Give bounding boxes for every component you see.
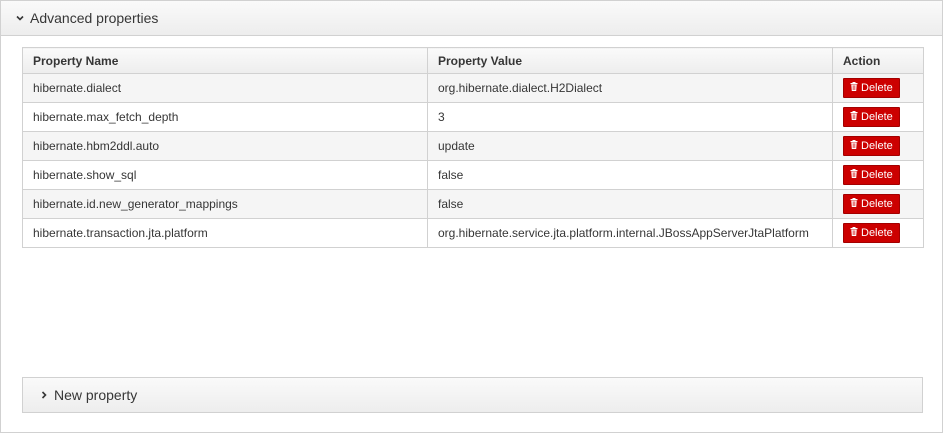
advanced-properties-header[interactable]: Advanced properties — [1, 1, 942, 36]
property-value-cell: false — [427, 160, 833, 190]
delete-button[interactable]: Delete — [843, 223, 900, 243]
new-property-header[interactable]: New property — [22, 377, 923, 413]
table-row: hibernate.hbm2ddl.auto update Delete — [22, 131, 924, 161]
action-cell: Delete — [832, 131, 924, 161]
trash-icon — [850, 140, 858, 152]
table-row: hibernate.dialect org.hibernate.dialect.… — [22, 73, 924, 103]
property-name-cell: hibernate.max_fetch_depth — [22, 102, 428, 132]
table-row: hibernate.transaction.jta.platform org.h… — [22, 218, 924, 248]
table-header-row: Property Name Property Value Action — [22, 47, 924, 74]
action-cell: Delete — [832, 160, 924, 190]
trash-icon — [850, 198, 858, 210]
column-header-property-value: Property Value — [427, 47, 833, 74]
column-header-property-name: Property Name — [22, 47, 428, 74]
property-value-cell: update — [427, 131, 833, 161]
property-value-cell: org.hibernate.dialect.H2Dialect — [427, 73, 833, 103]
panel-title: Advanced properties — [30, 10, 159, 26]
property-name-cell: hibernate.show_sql — [22, 160, 428, 190]
property-name-cell: hibernate.id.new_generator_mappings — [22, 189, 428, 219]
delete-button-label: Delete — [861, 169, 893, 181]
property-name-cell: hibernate.dialect — [22, 73, 428, 103]
action-cell: Delete — [832, 218, 924, 248]
chevron-down-icon[interactable] — [15, 13, 27, 23]
delete-button-label: Delete — [861, 227, 893, 239]
advanced-properties-panel: Advanced properties Property Name Proper… — [0, 0, 943, 433]
delete-button[interactable]: Delete — [843, 165, 900, 185]
delete-button-label: Delete — [861, 140, 893, 152]
property-name-cell: hibernate.hbm2ddl.auto — [22, 131, 428, 161]
table-row: hibernate.show_sql false Delete — [22, 160, 924, 190]
trash-icon — [850, 111, 858, 123]
delete-button-label: Delete — [861, 198, 893, 210]
delete-button[interactable]: Delete — [843, 107, 900, 127]
property-value-cell: org.hibernate.service.jta.platform.inter… — [427, 218, 833, 248]
delete-button[interactable]: Delete — [843, 194, 900, 214]
trash-icon — [850, 82, 858, 94]
table-row: hibernate.max_fetch_depth 3 Delete — [22, 102, 924, 132]
action-cell: Delete — [832, 73, 924, 103]
delete-button-label: Delete — [861, 82, 893, 94]
action-cell: Delete — [832, 189, 924, 219]
delete-button[interactable]: Delete — [843, 78, 900, 98]
trash-icon — [850, 169, 858, 181]
properties-table: Property Name Property Value Action hibe… — [22, 47, 924, 248]
property-value-cell: false — [427, 189, 833, 219]
new-property-label: New property — [54, 387, 138, 403]
property-value-cell: 3 — [427, 102, 833, 132]
chevron-right-icon[interactable] — [39, 390, 51, 400]
action-cell: Delete — [832, 102, 924, 132]
delete-button[interactable]: Delete — [843, 136, 900, 156]
trash-icon — [850, 227, 858, 239]
column-header-action: Action — [832, 47, 924, 74]
delete-button-label: Delete — [861, 111, 893, 123]
property-name-cell: hibernate.transaction.jta.platform — [22, 218, 428, 248]
table-row: hibernate.id.new_generator_mappings fals… — [22, 189, 924, 219]
